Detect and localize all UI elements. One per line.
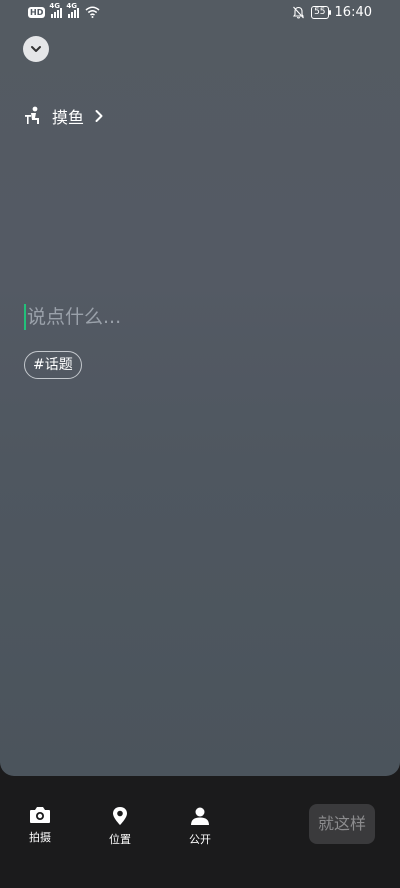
visibility-label: 公开 [189,833,211,846]
person-icon [191,807,209,825]
mood-label: 摸鱼 [52,108,85,127]
signal-icon: 4G [49,2,63,18]
compose-card: HD 4G 4G 55 16:40 摸鱼 说点什么... #话题 [0,0,400,776]
bell-muted-icon [293,6,305,19]
signal-icon: 4G [66,2,80,18]
status-bar: HD 4G 4G 55 16:40 [0,0,400,28]
clock: 16:40 [334,5,372,20]
status-right: 55 16:40 [292,5,372,20]
hd-badge: HD [28,6,46,18]
chevron-right-icon [95,110,103,122]
chevron-down-icon [31,46,41,52]
topic-chip[interactable]: #话题 [24,351,82,379]
battery-indicator: 55 [311,6,332,19]
post-composer [24,304,357,330]
mood-selector[interactable]: 摸鱼 [24,104,104,128]
camera-label: 拍摄 [29,831,51,844]
collapse-button[interactable] [23,36,49,62]
camera-icon [30,807,50,823]
submit-button[interactable]: 就这样 [309,804,375,844]
signal-1-label: 4G [49,2,60,10]
camera-button[interactable]: 拍摄 [15,806,65,845]
location-pin-icon [113,807,127,825]
visibility-button[interactable]: 公开 [175,806,225,847]
post-text-input[interactable] [27,306,357,328]
status-left: HD 4G 4G [28,2,100,18]
location-label: 位置 [109,833,131,846]
signal-2-label: 4G [66,2,77,10]
location-button[interactable]: 位置 [95,806,145,847]
bottom-toolbar: 拍摄 位置 公开 就这样 [0,776,400,888]
text-caret [24,304,26,330]
person-at-desk-icon [25,106,39,124]
wifi-icon [85,6,100,18]
